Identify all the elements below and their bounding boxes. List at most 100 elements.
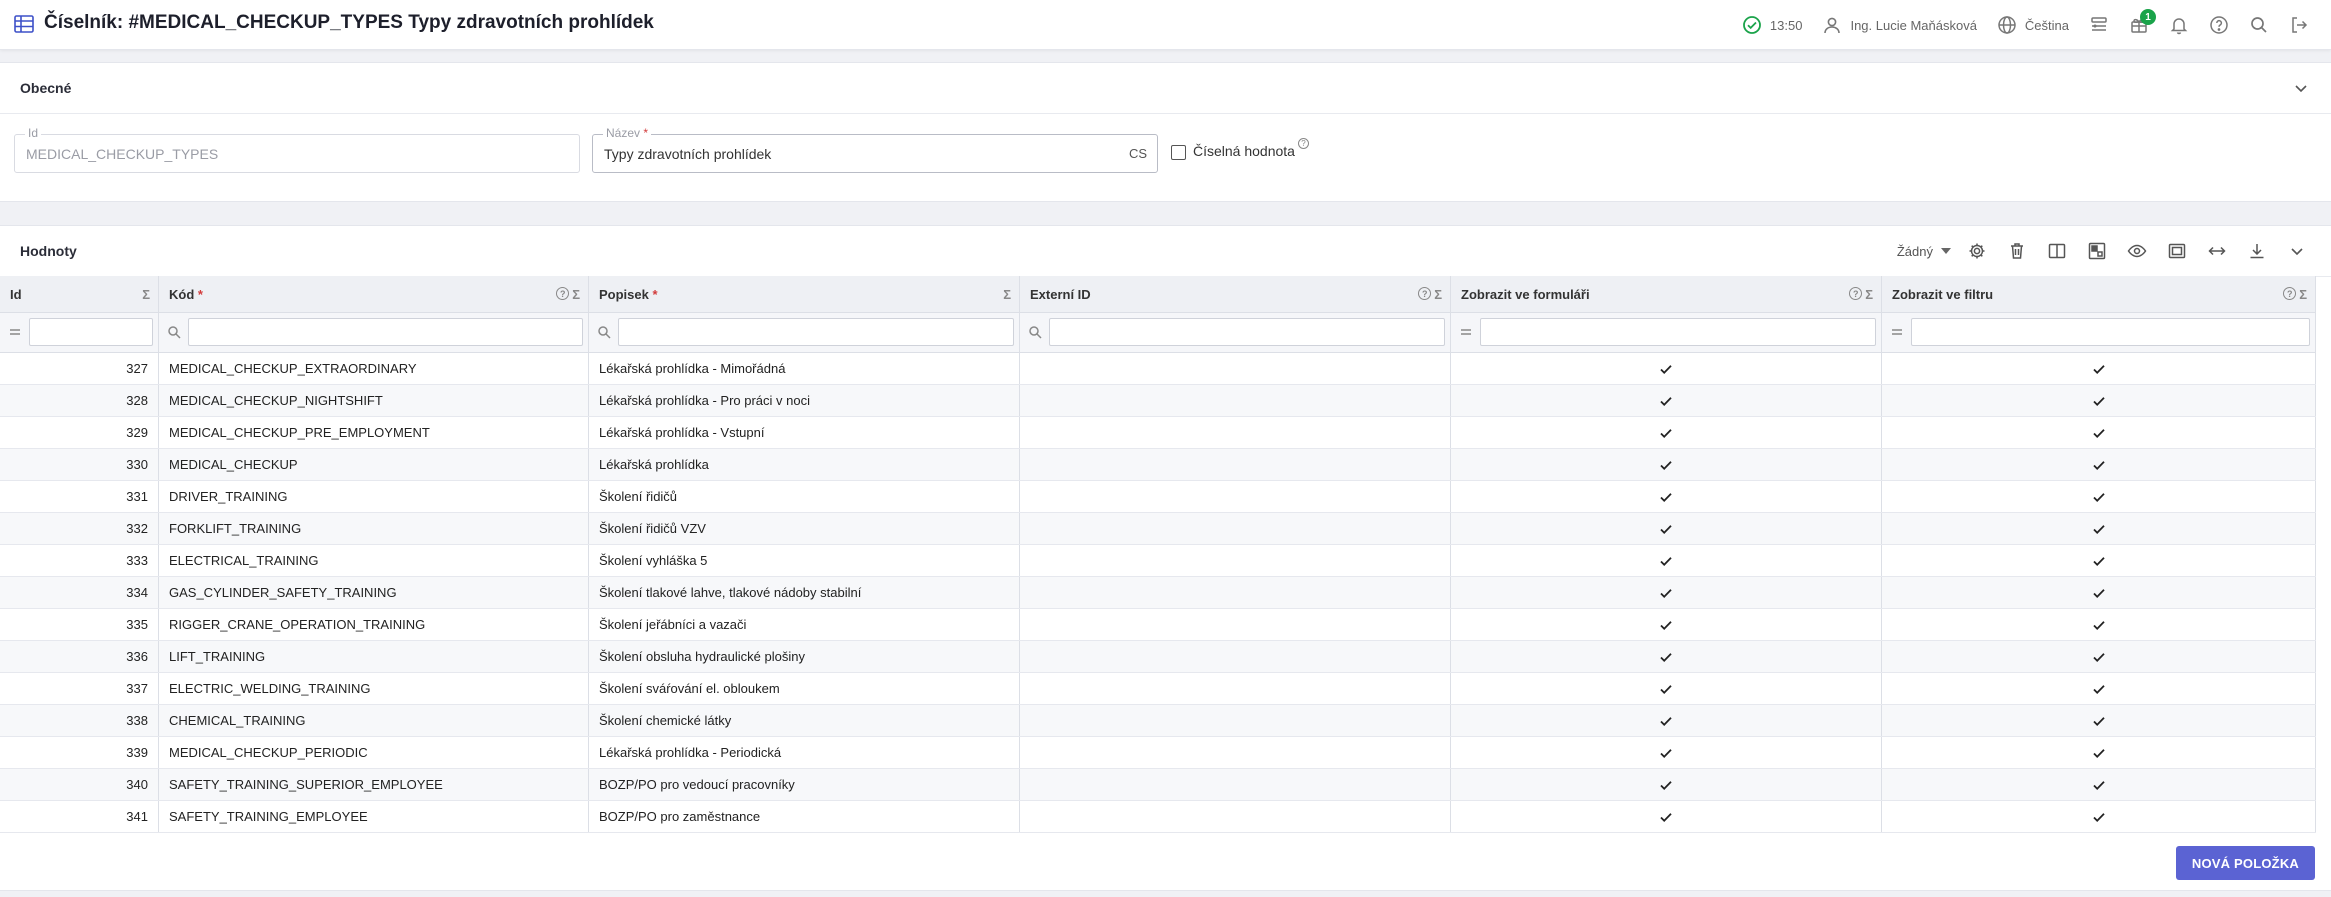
cell-show-in-filter[interactable] [1882,705,2316,736]
cell-id[interactable]: 339 [0,737,159,768]
cell-id[interactable]: 334 [0,577,159,608]
help-button[interactable] [2199,0,2239,50]
table-row[interactable]: 340 SAFETY_TRAINING_SUPERIOR_EMPLOYEE BO… [0,769,2316,801]
cell-show-in-form[interactable] [1451,769,1882,800]
cell-code[interactable]: RIGGER_CRANE_OPERATION_TRAINING [159,609,589,640]
table-row[interactable]: 335 RIGGER_CRANE_OPERATION_TRAINING Škol… [0,609,2316,641]
cell-show-in-form[interactable] [1451,545,1882,576]
expand-width-button[interactable] [2197,237,2237,265]
language-menu[interactable]: Čeština [1987,0,2079,50]
cell-label[interactable]: Lékařská prohlídka - Vstupní [589,417,1020,448]
cell-show-in-filter[interactable] [1882,481,2316,512]
cell-external-id[interactable] [1020,513,1451,544]
cell-id[interactable]: 338 [0,705,159,736]
cell-show-in-form[interactable] [1451,577,1882,608]
table-row[interactable]: 333 ELECTRICAL_TRAINING Školení vyhláška… [0,545,2316,577]
cell-label[interactable]: Školení sváŕování el. obloukem [589,673,1020,704]
filter-input-external-id[interactable] [1049,318,1445,346]
table-row[interactable]: 334 GAS_CYLINDER_SAFETY_TRAINING Školení… [0,577,2316,609]
filter-input-code[interactable] [188,318,583,346]
cell-code[interactable]: DRIVER_TRAINING [159,481,589,512]
cell-show-in-filter[interactable] [1882,353,2316,384]
cell-id[interactable]: 336 [0,641,159,672]
cell-show-in-filter[interactable] [1882,737,2316,768]
settings-button[interactable] [1957,237,1997,265]
cell-show-in-filter[interactable] [1882,769,2316,800]
cell-id[interactable]: 331 [0,481,159,512]
table-row[interactable]: 327 MEDICAL_CHECKUP_EXTRAORDINARY Lékařs… [0,353,2316,385]
visibility-button[interactable] [2117,237,2157,265]
cell-label[interactable]: Lékařská prohlídka - Mimořádná [589,353,1020,384]
logout-button[interactable] [2279,0,2319,50]
general-panel-header[interactable]: Obecné [0,63,2331,114]
table-row[interactable]: 339 MEDICAL_CHECKUP_PERIODIC Lékařská pr… [0,737,2316,769]
cell-label[interactable]: BOZP/PO pro zaměstnance [589,801,1020,832]
filter-input-show-in-form[interactable] [1480,318,1876,346]
column-header-external-id[interactable]: Externí ID ? Σ [1020,276,1451,312]
cell-external-id[interactable] [1020,705,1451,736]
name-field[interactable]: Název * Typy zdravotních prohlídek CS [592,126,1158,173]
cell-show-in-form[interactable] [1451,737,1882,768]
cell-external-id[interactable] [1020,609,1451,640]
cell-show-in-filter[interactable] [1882,545,2316,576]
table-row[interactable]: 338 CHEMICAL_TRAINING Školení chemické l… [0,705,2316,737]
table-row[interactable]: 329 MEDICAL_CHECKUP_PRE_EMPLOYMENT Lékař… [0,417,2316,449]
sigma-icon[interactable]: Σ [1434,287,1442,302]
name-field-value[interactable]: Typy zdravotních prohlídek [604,146,771,162]
help-icon[interactable]: ? [1849,287,1863,300]
notifications-button[interactable] [2159,0,2199,50]
cell-id[interactable]: 337 [0,673,159,704]
name-language-code[interactable]: CS [1129,146,1147,161]
cell-external-id[interactable] [1020,449,1451,480]
filter-input-show-in-filter[interactable] [1911,318,2310,346]
cell-external-id[interactable] [1020,481,1451,512]
download-button[interactable] [2237,237,2277,265]
cell-label[interactable]: Školení řidičů [589,481,1020,512]
cell-code[interactable]: MEDICAL_CHECKUP_PRE_EMPLOYMENT [159,417,589,448]
cell-show-in-form[interactable] [1451,481,1882,512]
cell-label[interactable]: Lékařská prohlídka - Pro práci v noci [589,385,1020,416]
cell-external-id[interactable] [1020,769,1451,800]
help-icon[interactable]: ? [1418,287,1432,300]
search-button[interactable] [2239,0,2279,50]
column-header-label[interactable]: Popisek * Σ [589,276,1020,312]
sigma-icon[interactable]: Σ [142,287,150,302]
help-icon[interactable]: ? [556,287,570,300]
column-header-code[interactable]: Kód * ? Σ [159,276,589,312]
cell-show-in-form[interactable] [1451,801,1882,832]
cell-show-in-filter[interactable] [1882,513,2316,544]
cell-external-id[interactable] [1020,737,1451,768]
table-row[interactable]: 336 LIFT_TRAINING Školení obsluha hydrau… [0,641,2316,673]
gift-button[interactable]: 1 [2119,0,2159,50]
cell-show-in-form[interactable] [1451,449,1882,480]
cell-id[interactable]: 328 [0,385,159,416]
cell-external-id[interactable] [1020,641,1451,672]
image-view-button[interactable] [2157,237,2197,265]
cell-label[interactable]: Školení jeřábníci a vazači [589,609,1020,640]
cell-id[interactable]: 341 [0,801,159,832]
cell-show-in-form[interactable] [1451,641,1882,672]
cell-code[interactable]: CHEMICAL_TRAINING [159,705,589,736]
cell-id[interactable]: 330 [0,449,159,480]
column-header-show-in-form[interactable]: Zobrazit ve formuláři ? Σ [1451,276,1882,312]
cell-code[interactable]: MEDICAL_CHECKUP [159,449,589,480]
numeric-value-checkbox[interactable] [1171,145,1186,160]
cell-show-in-filter[interactable] [1882,577,2316,608]
help-icon[interactable]: ? [1298,138,1309,149]
table-row[interactable]: 337 ELECTRIC_WELDING_TRAINING Školení sv… [0,673,2316,705]
table-row[interactable]: 332 FORKLIFT_TRAINING Školení řidičů VZV [0,513,2316,545]
cell-code[interactable]: GAS_CYLINDER_SAFETY_TRAINING [159,577,589,608]
cell-label[interactable]: BOZP/PO pro vedoucí pracovníky [589,769,1020,800]
cell-show-in-form[interactable] [1451,353,1882,384]
user-menu[interactable]: Ing. Lucie Maňásková [1812,0,1986,50]
cell-show-in-filter[interactable] [1882,801,2316,832]
cell-show-in-form[interactable] [1451,417,1882,448]
table-row[interactable]: 330 MEDICAL_CHECKUP Lékařská prohlídka [0,449,2316,481]
cell-external-id[interactable] [1020,801,1451,832]
filter-input-label[interactable] [618,318,1014,346]
new-item-button[interactable]: NOVÁ POLOŽKA [2175,846,2315,880]
status-time[interactable]: 13:50 [1732,0,1813,50]
sigma-icon[interactable]: Σ [572,287,580,302]
table-row[interactable]: 331 DRIVER_TRAINING Školení řidičů [0,481,2316,513]
cell-external-id[interactable] [1020,673,1451,704]
